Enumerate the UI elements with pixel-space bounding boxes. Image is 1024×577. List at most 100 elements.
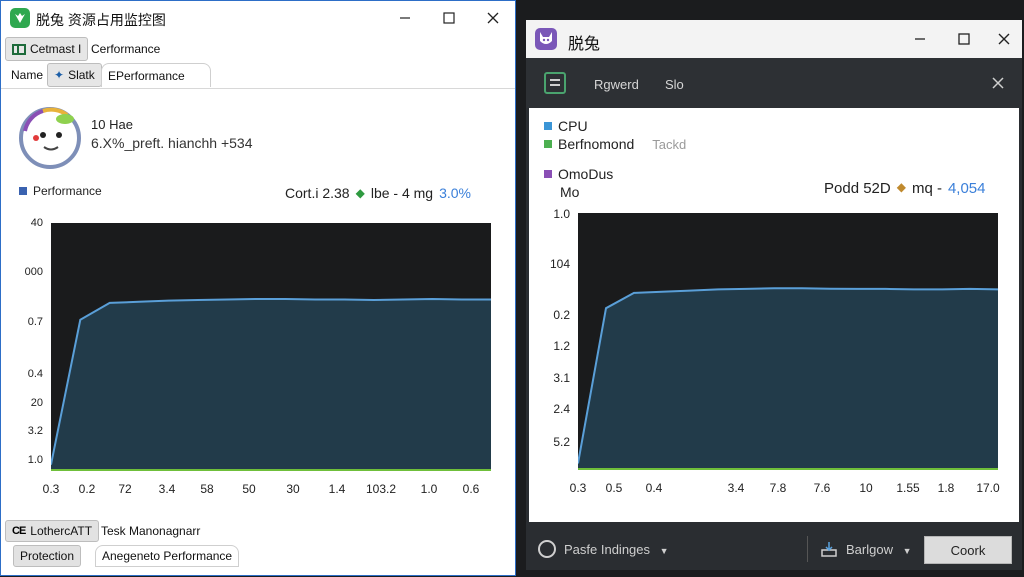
data-point: [745, 288, 747, 290]
x-tick: 3.4: [727, 481, 745, 495]
y-tick: 0.2: [553, 308, 570, 322]
legend-item-omodus: OmoDus: [544, 166, 613, 182]
data-point: [402, 299, 404, 300]
data-point: [79, 319, 81, 321]
tab-lothercatt[interactable]: CE LothercATT: [5, 520, 100, 542]
up-arrow-icon: ◆: [355, 186, 365, 200]
minimize-button[interactable]: [383, 1, 427, 35]
y-tick: 000: [24, 266, 43, 278]
tab-name[interactable]: Name: [5, 63, 49, 87]
data-point: [633, 292, 635, 294]
tab-label: Protection: [20, 549, 75, 563]
avatar[interactable]: [19, 107, 81, 169]
paste-indinges-dropdown[interactable]: Pasfe Indinges ▼: [564, 542, 669, 557]
y-tick: 40: [30, 217, 43, 229]
legend-item-mo: Mo: [560, 184, 579, 200]
tab-label: Cetmast I: [30, 42, 82, 56]
x-tick: 1.8: [937, 481, 955, 495]
stats-readout: Podd 52D ◆ mq - 4,054: [824, 180, 986, 197]
x-tick: 0.4: [645, 481, 663, 495]
y-tick: 1.0: [553, 207, 570, 221]
title-bar: 脱兔: [526, 20, 1022, 58]
grid-icon: [12, 43, 26, 55]
y-tick: 3.1: [553, 371, 570, 385]
close-panel-icon[interactable]: [992, 76, 1004, 94]
x-tick: 7.6: [813, 481, 831, 495]
tab-protection[interactable]: Protection: [13, 545, 82, 567]
toolbar-item-slo[interactable]: Slo: [665, 77, 684, 92]
data-point: [226, 299, 228, 300]
document-icon[interactable]: [544, 72, 566, 94]
x-tick: 0.5: [605, 481, 623, 495]
tab-eperformance[interactable]: EPerformance: [101, 63, 211, 87]
tab-label: EPerformance: [108, 68, 185, 83]
chevron-down-icon: ▼: [902, 546, 912, 556]
x-tick: 50: [242, 482, 256, 496]
data-point: [343, 299, 345, 300]
maximize-button[interactable]: [942, 20, 986, 58]
stat-value: 4,054: [947, 180, 986, 197]
x-tick: 58: [200, 482, 214, 496]
legend-label: Performance: [33, 184, 102, 198]
data-point: [829, 288, 831, 290]
tab-cerformance[interactable]: Cerformance: [85, 37, 166, 61]
legend-item-performance: Berfnomond Tackd: [544, 136, 686, 152]
data-point: [285, 298, 287, 300]
data-point: [969, 288, 971, 290]
tab-cetmast[interactable]: Cetmast I: [5, 37, 89, 61]
minimize-button[interactable]: [898, 20, 942, 58]
tab-anegeneto-performance[interactable]: Anegeneto Performance: [95, 545, 240, 567]
data-point: [255, 298, 257, 300]
download-icon[interactable]: [820, 540, 838, 558]
data-point: [138, 301, 140, 303]
tab-task-manager[interactable]: Tesk Manonagnarr: [95, 520, 206, 542]
bottom-tab-area: CE LothercATT Tesk Manonagnarr Protectio…: [1, 517, 515, 577]
tab-label: Slatk: [68, 68, 95, 82]
close-button[interactable]: [471, 1, 515, 35]
tab-slatk[interactable]: ✦ Slatk: [47, 63, 102, 87]
x-tick: 7.8: [769, 481, 787, 495]
legend-extra: Tackd: [652, 136, 687, 152]
performance-chart: [50, 223, 492, 471]
legend-swatch: [544, 170, 552, 178]
divider: [807, 536, 808, 562]
data-point: [197, 299, 199, 301]
x-tick: 3.4: [158, 482, 176, 496]
data-point: [913, 288, 915, 290]
legend-label: CPU: [558, 118, 588, 134]
data-point: [314, 299, 316, 300]
stat-mid: mq -: [911, 180, 942, 197]
close-button[interactable]: [982, 20, 1024, 58]
toolbar-item-rgwerd[interactable]: Rgwerd: [594, 77, 639, 92]
x-tick: 0.3: [569, 481, 587, 495]
maximize-button[interactable]: [427, 1, 471, 35]
data-point: [605, 307, 607, 309]
app-logo-icon: [10, 8, 30, 28]
data-point: [801, 287, 803, 289]
tab-bar-secondary: Name ✦ Slatk EPerformance: [1, 63, 515, 89]
data-point: [167, 300, 169, 302]
data-point: [461, 299, 463, 300]
x-tick: 17.0: [976, 481, 1000, 495]
cpu-chart-plot: [577, 287, 999, 470]
stats-readout: Cort.i 2.38 ◆ lbe - 4 mg 3.0%: [285, 185, 471, 201]
y-tick: 1.2: [553, 339, 570, 353]
x-tick: 1.0: [420, 482, 438, 496]
tab-bar-primary: Cetmast I Cerformance: [1, 37, 515, 61]
legend: Performance: [19, 184, 102, 198]
barlgow-dropdown[interactable]: Barlgow ▼: [846, 542, 912, 557]
series-area: [51, 299, 491, 469]
x-tick: 72: [118, 482, 132, 496]
coork-button[interactable]: Coork: [924, 536, 1012, 564]
legend-item-cpu: CPU: [544, 118, 588, 134]
tab-label: Anegeneto Performance: [102, 549, 233, 563]
series-area: [578, 288, 998, 468]
data-point: [689, 290, 691, 292]
globe-icon[interactable]: [538, 540, 556, 558]
window-title: 脱兔: [568, 36, 601, 53]
data-point: [941, 288, 943, 290]
y-tick: 0.4: [27, 368, 43, 380]
legend-swatch: [19, 187, 27, 195]
tab-label: Cerformance: [91, 42, 161, 56]
tab-label: LothercATT: [30, 524, 93, 538]
